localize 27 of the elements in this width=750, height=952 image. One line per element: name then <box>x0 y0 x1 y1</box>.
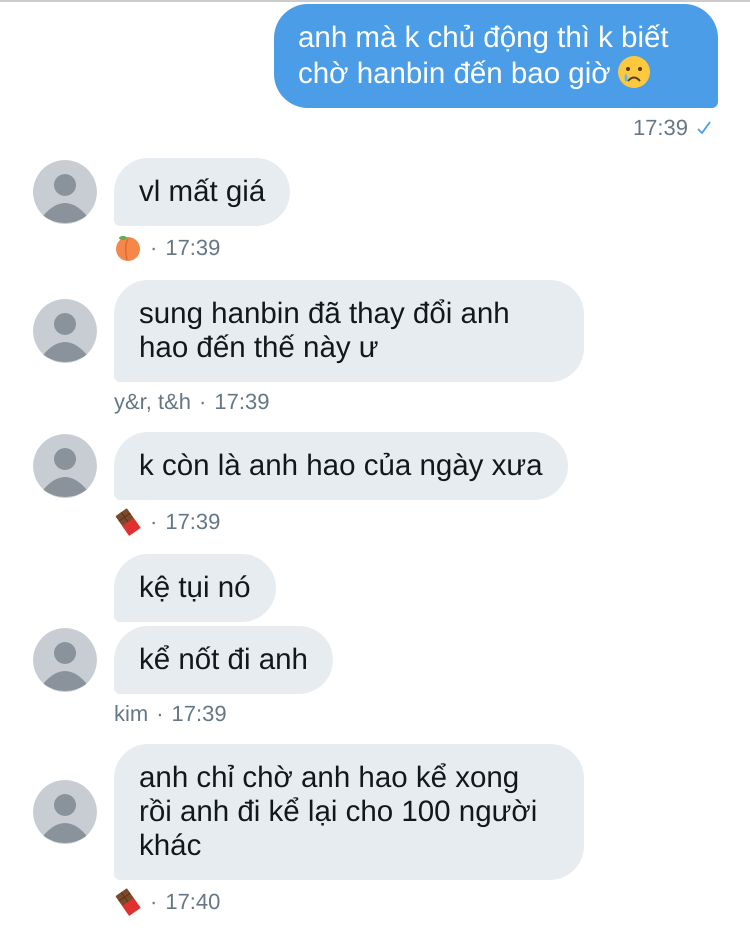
message-bubble: kệ tụi nó <box>114 554 276 622</box>
separator: · <box>150 890 158 914</box>
avatar <box>33 628 97 692</box>
message-bubble: k còn là anh hao của ngày xưa <box>114 432 568 500</box>
sender-name: kim <box>114 702 148 726</box>
separator: · <box>150 510 158 534</box>
crying-face-icon <box>616 55 651 89</box>
avatar <box>33 299 97 363</box>
timestamp: 17:39 <box>172 702 227 726</box>
timestamp: 17:39 <box>165 510 220 534</box>
timestamp: 17:39 <box>214 390 270 414</box>
message-bubble: kể nốt đi anh <box>114 626 333 694</box>
timestamp: 17:40 <box>165 890 220 914</box>
timestamp: 17:39 <box>632 116 688 140</box>
avatar <box>33 780 97 844</box>
avatar <box>33 160 97 224</box>
message-bubble: anh chỉ chờ anh hao kể xong rồi anh đi kể lại cho 100 người khác <box>114 744 584 880</box>
message-bubble: anh mà k chủ động thì k biết chờ hanbin đến bao giờ <box>274 4 718 108</box>
separator: · <box>156 702 164 726</box>
separator: · <box>150 236 158 260</box>
avatar <box>33 434 97 498</box>
timestamp: 17:39 <box>165 236 220 260</box>
peach-icon <box>114 234 142 262</box>
message-bubble: sung hanbin đã thay đổi anh hao đến thế này ư <box>114 280 584 382</box>
separator: · <box>199 390 206 414</box>
message-bubble: vl mất giá <box>114 158 290 226</box>
sender-name: y&r, t&h <box>114 390 192 414</box>
